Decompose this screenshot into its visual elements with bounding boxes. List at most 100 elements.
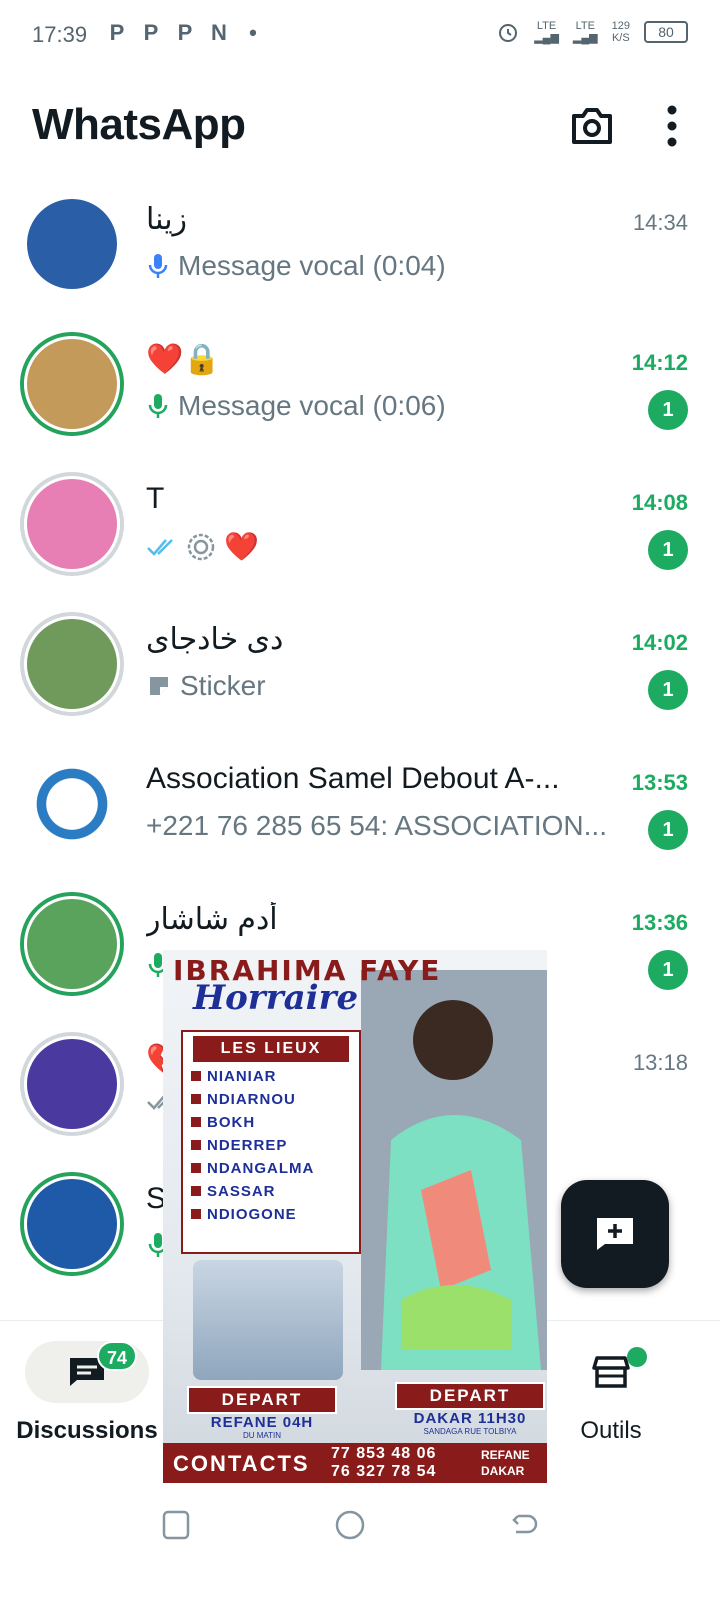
- poster-place: SASSAR: [191, 1183, 351, 1200]
- notification-icons: P P P N •: [106, 20, 264, 46]
- chat-time: 13:18: [632, 1050, 688, 1075]
- depart-sub: DU MATIN: [242, 1431, 282, 1440]
- chat-name: دى خادجاى: [146, 623, 284, 656]
- chat-preview: Sticker: [146, 670, 266, 702]
- nav-pill[interactable]: 74: [25, 1341, 149, 1403]
- notification-dot: [627, 1347, 647, 1367]
- new-chat-button[interactable]: [561, 1180, 669, 1288]
- avatar[interactable]: [20, 1032, 124, 1136]
- avatar-image: [24, 616, 120, 712]
- avatar[interactable]: [20, 332, 124, 436]
- unread-badge: 1: [648, 810, 688, 850]
- poster-place: BOKH: [191, 1114, 351, 1131]
- avatar[interactable]: [20, 752, 124, 856]
- signal-icon: LTE ▂▄▆: [572, 20, 598, 44]
- view-once-icon: [187, 533, 215, 560]
- chat-name: أدم شاشار: [146, 903, 278, 936]
- battery-icon: 80: [644, 21, 688, 43]
- nav-pill[interactable]: [549, 1341, 673, 1403]
- depart-time: REFANE 04H: [210, 1414, 314, 1431]
- unread-badge: 1: [648, 530, 688, 570]
- notification-icon: N: [211, 20, 227, 45]
- notification-icon: P: [109, 20, 125, 45]
- poster-bus-image: [193, 1260, 343, 1380]
- status-bar: 17:39 P P P N • LTE ▂▄▆ LTE ▂▄▆ 129 K/S 80: [0, 0, 720, 72]
- avatar-image: [24, 196, 120, 292]
- chat-row[interactable]: Association Samel Debout A-... +221 76 2…: [0, 750, 720, 890]
- avatar-image: [24, 1036, 120, 1132]
- chat-row[interactable]: ❤️🔒 Message vocal (0:06) 14:12 1: [0, 330, 720, 470]
- chat-time: 14:34: [632, 210, 688, 235]
- avatar[interactable]: [20, 612, 124, 716]
- avatar[interactable]: [20, 192, 124, 296]
- avatar-image: [24, 476, 120, 572]
- avatar-image: [24, 756, 120, 852]
- recents-icon[interactable]: [156, 1506, 196, 1546]
- avatar[interactable]: [20, 472, 124, 576]
- more-vert-icon[interactable]: [662, 104, 682, 148]
- poster-place: NIANIAR: [191, 1068, 351, 1085]
- store-icon: [592, 1356, 630, 1388]
- depart-sub: SANDAGA RUE TOLBIYA: [423, 1427, 517, 1436]
- notification-icon: •: [249, 20, 257, 45]
- sticker-icon: [150, 677, 168, 695]
- avatar-image: [24, 1176, 120, 1272]
- contacts-numbers: 77 853 48 06 76 327 78 54: [331, 1445, 437, 1480]
- mic-icon: [148, 394, 168, 418]
- chat-row[interactable]: دى خادجاى Sticker 14:02 1: [0, 610, 720, 750]
- nav-tools[interactable]: Outils: [526, 1341, 696, 1445]
- chat-time: 14:08: [631, 490, 688, 515]
- nav-label: Outils: [580, 1417, 642, 1444]
- chat-row[interactable]: زينا Message vocal (0:04) 14:34: [0, 190, 720, 330]
- chat-time: 13:36: [631, 910, 688, 935]
- chat-row[interactable]: T ❤️ 14:08 1: [0, 470, 720, 610]
- network-speed: 129 K/S: [611, 20, 630, 44]
- discussions-badge: 74: [97, 1341, 137, 1371]
- alarm-icon: [499, 24, 518, 42]
- contacts-label: CONTACTS: [173, 1451, 310, 1476]
- chat-time: 14:02: [631, 630, 688, 655]
- status-time: 17:39: [32, 22, 88, 47]
- poster-place: NDIARNOU: [191, 1091, 351, 1108]
- poster-place: NDIOGONE: [191, 1206, 351, 1223]
- chat-preview: ❤️: [146, 530, 259, 563]
- poster-places-box: LES LIEUX NIANIAR NDIARNOU BOKH NDERREP …: [181, 1030, 361, 1254]
- unread-badge: 1: [648, 950, 688, 990]
- depart-tag: DEPART: [187, 1386, 337, 1414]
- depart-tag: DEPART: [395, 1382, 545, 1410]
- chat-time: 13:53: [631, 770, 688, 795]
- double-check-icon: [147, 538, 173, 556]
- nav-discussions[interactable]: 74 Discussions: [2, 1341, 172, 1445]
- chat-name: ❤️🔒: [146, 343, 221, 376]
- poster-person-image: [361, 970, 547, 1370]
- home-icon[interactable]: [330, 1506, 370, 1546]
- system-nav-bar: [0, 1490, 720, 1560]
- status-indicators: LTE ▂▄▆ LTE ▂▄▆ 129 K/S 80: [496, 20, 688, 44]
- poster-depart-left: DEPART REFANE 04H DU MATIN: [187, 1386, 337, 1440]
- mic-icon: [148, 254, 168, 278]
- chat-time: 14:12: [631, 350, 688, 375]
- poster-places-title: LES LIEUX: [193, 1036, 349, 1062]
- camera-icon[interactable]: [570, 106, 614, 146]
- poster-contacts: CONTACTS 77 853 48 06 76 327 78 54 REFAN…: [163, 1443, 547, 1483]
- chat-preview: +221 76 285 65 54: ASSOCIATION...: [146, 810, 607, 841]
- nav-label: Discussions: [16, 1417, 158, 1444]
- unread-badge: 1: [648, 670, 688, 710]
- signal-icon: LTE ▂▄▆: [534, 20, 559, 44]
- poster-depart-right: DEPART DAKAR 11H30 SANDAGA RUE TOLBIYA: [395, 1382, 545, 1436]
- avatar[interactable]: [20, 1172, 124, 1276]
- new-chat-icon: [597, 1218, 633, 1250]
- app-header: WhatsApp: [0, 90, 720, 170]
- chat-preview: Message vocal (0:06): [146, 390, 446, 422]
- chat-name: زينا: [146, 203, 188, 236]
- back-icon[interactable]: [504, 1506, 544, 1546]
- unread-badge: 1: [648, 390, 688, 430]
- chat-name: T: [146, 482, 165, 515]
- contacts-destinations: REFANE DAKAR: [481, 1448, 530, 1478]
- chat-name: Association Samel Debout A-...: [146, 762, 560, 795]
- floating-media-preview[interactable]: IBRAHIMA FAYE Horraire LES LIEUX NIANIAR…: [163, 950, 547, 1483]
- chat-preview: Message vocal (0:04): [146, 250, 446, 282]
- avatar[interactable]: [20, 892, 124, 996]
- poster-subtitle: Horraire: [193, 978, 359, 1018]
- avatar-image: [24, 896, 120, 992]
